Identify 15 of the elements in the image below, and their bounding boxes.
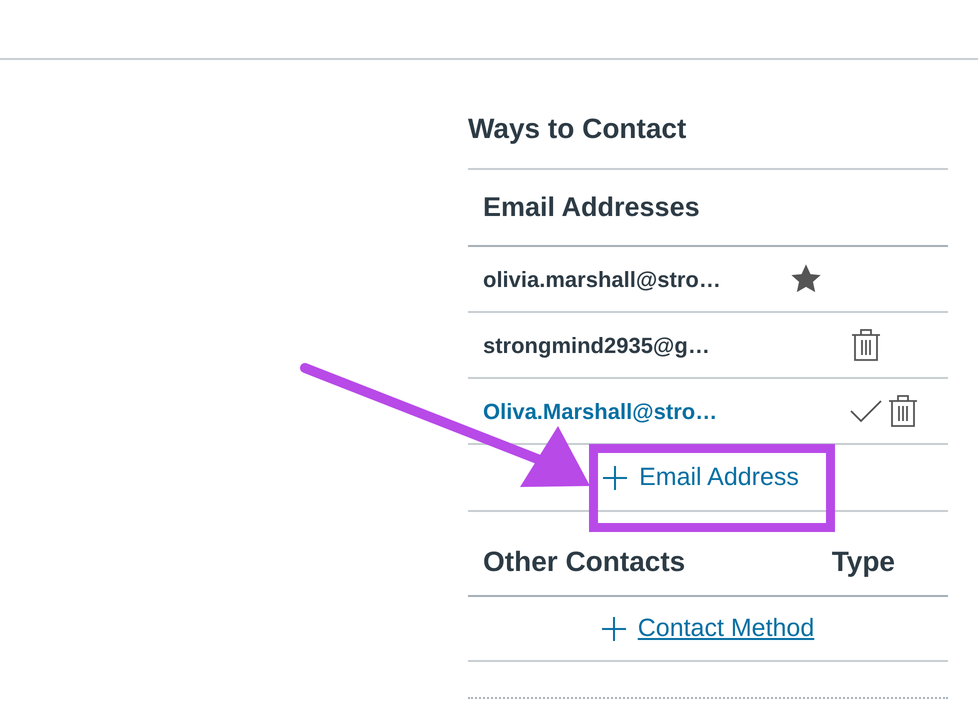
star-icon — [789, 263, 823, 295]
table-heading: Email Addresses — [483, 191, 700, 224]
email-address[interactable]: Oliva.Marshall@stro… — [483, 394, 783, 428]
email-address: olivia.marshall@stro… — [483, 266, 722, 294]
trash-icon[interactable] — [851, 328, 881, 362]
plus-icon — [602, 616, 626, 640]
email-address: strongmind2935@g… — [483, 332, 711, 360]
contact-method-link[interactable]: Contact Method — [638, 610, 814, 648]
column-heading: Type — [832, 545, 895, 579]
check-icon[interactable] — [850, 400, 882, 422]
plus-icon — [603, 466, 628, 490]
section-heading: Ways to Contact — [468, 112, 686, 146]
add-email-button[interactable]: Email Address — [587, 458, 799, 496]
table-heading: Other Contacts — [483, 545, 686, 579]
trash-icon[interactable] — [888, 394, 918, 428]
